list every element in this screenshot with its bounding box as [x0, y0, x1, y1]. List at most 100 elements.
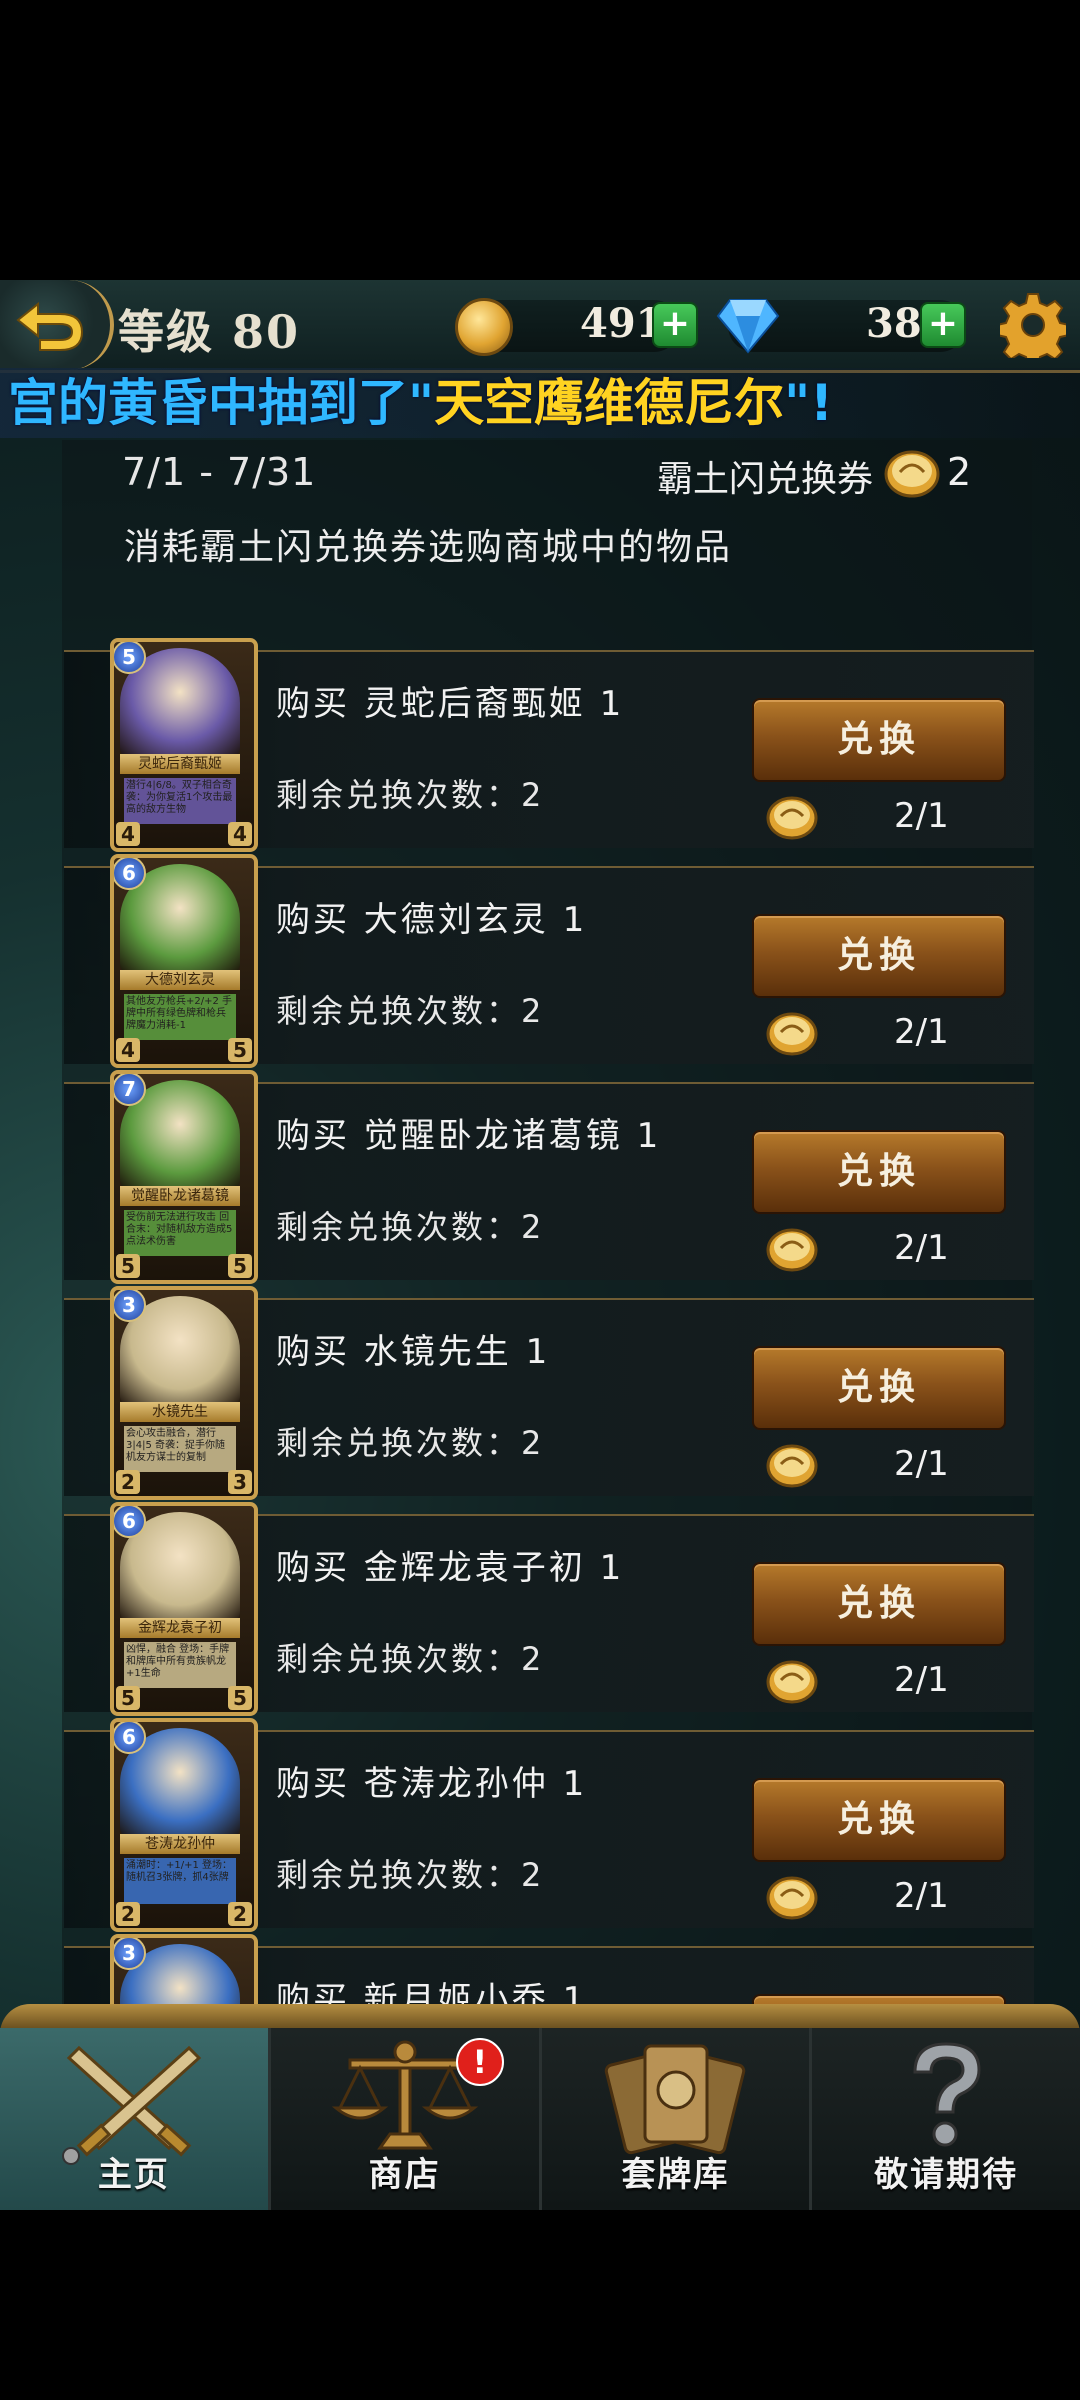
tab-shop[interactable]: ! 商店 — [270, 2028, 542, 2210]
question-mark-icon — [913, 2042, 981, 2147]
hero-card-thumbnail[interactable]: 灵蛇后裔甄姬 潜行4|6/8。双子相合奇袭：为你复活1个攻击最高的敌方生物 5 … — [110, 638, 258, 852]
remaining-exchanges: 剩余兑换次数：2 — [276, 1640, 545, 1678]
card-mana-cost: 3 — [114, 1290, 146, 1322]
exchange-cost: 2/1 — [894, 1660, 949, 1700]
card-text: 会心攻击融合，潜行3|4|5 奇袭：捉手你随机友方谋士的复制 — [124, 1426, 236, 1472]
add-gold-button[interactable]: + — [652, 302, 698, 348]
voucher-coin-icon — [766, 1228, 818, 1272]
exchange-shop-panel: 7/1 - 7/31 霸土闪兑换券 2 消耗霸土闪兑换券选购商城中的物品 灵蛇后… — [62, 440, 1034, 2190]
card-attack: 2 — [116, 1902, 140, 1926]
shop-description: 消耗霸土闪兑换券选购商城中的物品 — [124, 527, 733, 568]
marquee-highlight: 天空鹰维德尼尔 — [434, 374, 785, 432]
exchange-cost: 2/1 — [894, 1012, 949, 1052]
buy-item-label: 购买 觉醒卧龙诸葛镜 1 — [276, 1116, 662, 1156]
exchange-item-row: 水镜先生 会心攻击融合，潜行3|4|5 奇袭：捉手你随机友方谋士的复制 3 2 … — [64, 1286, 1034, 1500]
buy-item-label: 购买 水镜先生 1 — [276, 1332, 551, 1372]
exchange-cost: 2/1 — [894, 1444, 949, 1484]
voucher-coin-icon — [766, 1876, 818, 1920]
settings-gear-icon[interactable] — [1000, 292, 1066, 358]
card-mana-cost: 3 — [114, 1938, 146, 1970]
card-name: 大德刘玄灵 — [120, 970, 240, 990]
remaining-exchanges: 剩余兑换次数：2 — [276, 1208, 545, 1246]
remaining-exchanges: 剩余兑换次数：2 — [276, 776, 545, 814]
gold-coin-icon — [455, 298, 513, 356]
voucher-coin-icon — [766, 1012, 818, 1056]
card-attack: 5 — [116, 1686, 140, 1710]
card-attack: 4 — [116, 1038, 140, 1062]
exchange-cost: 2/1 — [894, 796, 949, 836]
buy-item-label: 购买 苍涛龙孙仲 1 — [276, 1764, 588, 1804]
exchange-cost: 2/1 — [894, 1876, 949, 1916]
remaining-exchanges: 剩余兑换次数：2 — [276, 1424, 545, 1462]
buy-item-label: 购买 灵蛇后裔甄姬 1 — [276, 684, 625, 724]
voucher-label: 霸土闪兑换券 — [657, 459, 874, 500]
voucher-coin-icon — [766, 796, 818, 840]
announcement-marquee: 宫的黄昏中抽到了"天空鹰维德尼尔"! — [0, 368, 1080, 438]
tab-shop-label: 商店 — [368, 2155, 441, 2195]
hero-card-thumbnail[interactable]: 水镜先生 会心攻击融合，潜行3|4|5 奇袭：捉手你随机友方谋士的复制 3 2 … — [110, 1286, 258, 1500]
card-text: 涌潮时：+1/+1 登场：随机召3张牌，抓4张牌 — [124, 1858, 236, 1904]
card-text: 凶悍，融合 登场：手牌和牌库中所有贵族帆龙+1生命 — [124, 1642, 236, 1688]
hero-card-thumbnail[interactable]: 觉醒卧龙诸葛镜 受伤前无法进行攻击 回合末：对随机敌方造成5点法术伤害 7 5 … — [110, 1070, 258, 1284]
card-health: 4 — [228, 822, 252, 846]
remaining-exchanges: 剩余兑换次数：2 — [276, 1856, 545, 1894]
card-name: 觉醒卧龙诸葛镜 — [120, 1186, 240, 1206]
voucher-coin-icon — [884, 450, 940, 498]
exchange-button[interactable]: 兑换 — [752, 914, 1006, 998]
exchange-item-row: 灵蛇后裔甄姬 潜行4|6/8。双子相合奇袭：为你复活1个攻击最高的敌方生物 5 … — [64, 638, 1034, 852]
hero-card-thumbnail[interactable]: 金辉龙袁子初 凶悍，融合 登场：手牌和牌库中所有贵族帆龙+1生命 6 5 5 — [110, 1502, 258, 1716]
remaining-exchanges: 剩余兑换次数：2 — [276, 992, 545, 1030]
add-diamond-button[interactable]: + — [920, 302, 966, 348]
card-attack: 4 — [116, 822, 140, 846]
card-mana-cost: 5 — [114, 642, 146, 674]
card-name: 灵蛇后裔甄姬 — [120, 754, 240, 774]
exchange-button[interactable]: 兑换 — [752, 1562, 1006, 1646]
card-mana-cost: 6 — [114, 1722, 146, 1754]
exchange-button[interactable]: 兑换 — [752, 1346, 1006, 1430]
game-shop-screen: 等级 80 491 + 38 + 宫的黄昏中抽到了"天空鹰维德尼尔"! 7/1 … — [0, 280, 1080, 2210]
tab-deck-label: 套牌库 — [621, 2155, 730, 2195]
back-arrow-icon — [16, 301, 84, 351]
card-mana-cost: 7 — [114, 1074, 146, 1106]
buy-item-label: 购买 大德刘玄灵 1 — [276, 900, 588, 940]
exchange-item-row: 觉醒卧龙诸葛镜 受伤前无法进行攻击 回合末：对随机敌方造成5点法术伤害 7 5 … — [64, 1070, 1034, 1284]
card-health: 5 — [228, 1686, 252, 1710]
card-text: 潜行4|6/8。双子相合奇袭：为你复活1个攻击最高的敌方生物 — [124, 778, 236, 824]
card-mana-cost: 6 — [114, 858, 146, 890]
top-bar: 等级 80 491 + 38 + — [0, 280, 1080, 373]
tab-deck[interactable]: 套牌库 — [541, 2028, 813, 2210]
card-attack: 2 — [116, 1470, 140, 1494]
gold-amount: 491 — [580, 300, 664, 347]
voucher-count: 2 — [947, 450, 972, 494]
card-deck-icon — [605, 2044, 746, 2155]
tab-home-label: 主页 — [97, 2155, 170, 2195]
hero-card-thumbnail[interactable]: 大德刘玄灵 其他友方枪兵+2/+2 手牌中所有绿色牌和枪兵牌魔力消耗-1 6 4… — [110, 854, 258, 1068]
bottom-nav: 主页 ! 商店 套牌库 敬请期待 — [0, 2028, 1080, 2210]
exchange-cost: 2/1 — [894, 1228, 949, 1268]
card-mana-cost: 6 — [114, 1506, 146, 1538]
exchange-button[interactable]: 兑换 — [752, 1130, 1006, 1214]
tab-coming-soon-label: 敬请期待 — [874, 2155, 1019, 2195]
card-health: 3 — [228, 1470, 252, 1494]
back-button[interactable] — [0, 280, 114, 370]
tab-home[interactable]: 主页 — [0, 2028, 271, 2210]
exchange-button[interactable]: 兑换 — [752, 1778, 1006, 1862]
buy-item-label: 购买 金辉龙袁子初 1 — [276, 1548, 625, 1588]
voucher-coin-icon — [766, 1660, 818, 1704]
card-attack: 5 — [116, 1254, 140, 1278]
shop-notification-badge: ! — [455, 2038, 504, 2086]
tab-coming-soon[interactable]: 敬请期待 — [812, 2028, 1080, 2210]
exchange-button[interactable]: 兑换 — [752, 698, 1006, 782]
player-level: 等级 80 — [118, 305, 301, 359]
card-name: 金辉龙袁子初 — [120, 1618, 240, 1638]
voucher-coin-icon — [766, 1444, 818, 1488]
hero-card-thumbnail[interactable]: 苍涛龙孙仲 涌潮时：+1/+1 登场：随机召3张牌，抓4张牌 6 2 2 — [110, 1718, 258, 1932]
card-health: 5 — [228, 1254, 252, 1278]
card-text: 其他友方枪兵+2/+2 手牌中所有绿色牌和枪兵牌魔力消耗-1 — [124, 994, 236, 1040]
diamond-icon — [716, 299, 780, 354]
marquee-suffix: "! — [784, 374, 833, 432]
card-health: 2 — [228, 1902, 252, 1926]
marquee-prefix: 宫的黄昏中抽到了" — [8, 374, 435, 432]
card-name: 水镜先生 — [120, 1402, 240, 1422]
card-text: 受伤前无法进行攻击 回合末：对随机敌方造成5点法术伤害 — [124, 1210, 236, 1256]
